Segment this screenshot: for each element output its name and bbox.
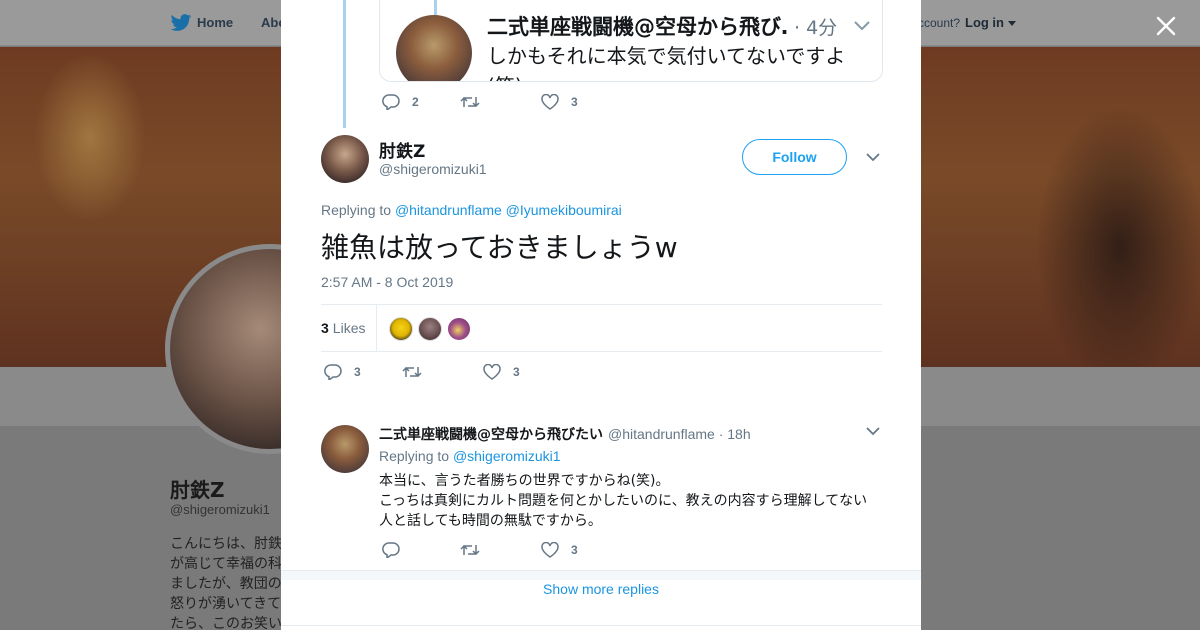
- chevron-down-icon[interactable]: [866, 427, 880, 436]
- likes-label: Likes: [332, 320, 366, 336]
- liker-avatar[interactable]: [447, 317, 471, 341]
- liker-avatar[interactable]: [389, 317, 413, 341]
- liker-avatars: [389, 317, 476, 341]
- like-button[interactable]: 3: [541, 94, 578, 110]
- retweet-button[interactable]: [402, 365, 483, 379]
- caret-down-icon[interactable]: [1008, 21, 1016, 26]
- parent-tweet-actions: 2 3: [382, 94, 578, 110]
- reply-author-name[interactable]: 二式単座戦闘機@空母から飛びたい: [379, 427, 603, 443]
- reply-time[interactable]: · 18h: [719, 426, 751, 442]
- mention-link[interactable]: @shigeromizuki1: [453, 448, 561, 464]
- tweet-stats: 3 Likes: [321, 304, 882, 352]
- mention-link[interactable]: @Iyumekiboumirai: [506, 202, 622, 218]
- retweet-icon: [402, 366, 422, 378]
- section-divider: [281, 570, 921, 580]
- replying-label: Replying to: [379, 448, 450, 464]
- close-icon[interactable]: [1152, 12, 1180, 40]
- likes-stat[interactable]: 3 Likes: [321, 320, 365, 336]
- reply-button[interactable]: [382, 542, 460, 558]
- like-icon: [483, 364, 501, 380]
- tweet-author-handle[interactable]: @shigeromizuki1: [379, 161, 487, 177]
- parent-author-name[interactable]: 二式単座戦闘機@空母から飛び…: [487, 11, 787, 41]
- reply-icon: [382, 94, 400, 110]
- replying-label: Replying to: [321, 202, 392, 218]
- like-count: 3: [571, 543, 578, 557]
- chevron-down-icon[interactable]: [854, 21, 870, 31]
- reply-author-handle[interactable]: @hitandrunflame: [608, 426, 715, 442]
- retweet-button[interactable]: [460, 543, 541, 557]
- like-count: 3: [571, 95, 578, 109]
- replying-to: Replying to @shigeromizuki1: [379, 448, 561, 464]
- liker-avatar[interactable]: [418, 317, 442, 341]
- follow-button[interactable]: Follow: [742, 139, 847, 175]
- reply-count: 2: [412, 95, 419, 109]
- replying-to: Replying to @hitandrunflame @Iyumekiboum…: [321, 202, 622, 218]
- mention-link[interactable]: @hitandrunflame: [395, 202, 502, 218]
- parent-tweet-time[interactable]: · 4分: [794, 13, 837, 40]
- parent-tweet-text: しかもそれに本気で気付いてないですよ(笑): [487, 44, 846, 81]
- reply-header: 二式単座戦闘機@空母から飛びたい @hitandrunflame · 18h: [379, 424, 751, 444]
- thread-connector: [343, 0, 346, 128]
- avatar[interactable]: [321, 425, 369, 473]
- avatar[interactable]: [321, 135, 369, 183]
- reply-button[interactable]: 3: [324, 364, 402, 380]
- reply-icon: [382, 542, 400, 558]
- tweet-actions: 3 3: [324, 364, 520, 380]
- account-prompt: ccount?: [918, 16, 961, 30]
- profile-handle: @shigeromizuki1: [170, 502, 270, 517]
- show-more-replies-button[interactable]: Show more replies: [281, 581, 921, 626]
- reply-text: 本当に、言うた者勝ちの世界ですからね(笑)。 こっちは真剣にカルト問題を何とかし…: [379, 471, 879, 531]
- retweet-icon: [460, 96, 480, 108]
- login-link[interactable]: Log in: [965, 15, 1004, 30]
- twitter-bird-icon[interactable]: [170, 13, 192, 33]
- profile-name: 肘鉄Z: [170, 478, 225, 502]
- tweet-author-name[interactable]: 肘鉄Z: [379, 137, 425, 162]
- reply-count: 3: [354, 365, 361, 379]
- tweet-permalink-modal: 二式単座戦闘機@空母から飛び… · 4分 しかもそれに本気で気付いてないですよ(…: [281, 0, 921, 630]
- retweet-button[interactable]: [460, 95, 541, 109]
- likes-count: 3: [321, 320, 329, 336]
- tweet-timestamp[interactable]: 2:57 AM - 8 Oct 2019: [321, 274, 453, 290]
- reply-icon: [324, 364, 342, 380]
- reply-actions: 3: [382, 542, 578, 558]
- reply-button[interactable]: 2: [382, 94, 460, 110]
- like-icon: [541, 94, 559, 110]
- like-button[interactable]: 3: [541, 542, 578, 558]
- parent-tweet-card[interactable]: 二式単座戦闘機@空母から飛び… · 4分 しかもそれに本気で気付いてないですよ(…: [379, 0, 883, 82]
- like-count: 3: [513, 365, 520, 379]
- reply-text-line: 本当に、言うた者勝ちの世界ですからね(笑)。: [379, 473, 670, 489]
- tweet-text: 雑魚は放っておきましょうw: [321, 231, 678, 264]
- profile-bio: こんにちは、肘鉄 が高じて幸福の科 ましたが、教団の 怒りが湧いてきて たら、こ…: [170, 536, 282, 630]
- like-button[interactable]: 3: [483, 364, 520, 380]
- chevron-down-icon[interactable]: [866, 153, 880, 162]
- thread-connector: [434, 0, 437, 15]
- nav-home-link[interactable]: Home: [197, 15, 233, 30]
- reply-text-line: こっちは真剣にカルト問題を何とかしたいのに、教えの内容すら理解してない人と話して…: [379, 493, 868, 529]
- avatar[interactable]: [396, 15, 472, 81]
- stats-divider: [376, 305, 377, 352]
- retweet-icon: [460, 544, 480, 556]
- like-icon: [541, 542, 559, 558]
